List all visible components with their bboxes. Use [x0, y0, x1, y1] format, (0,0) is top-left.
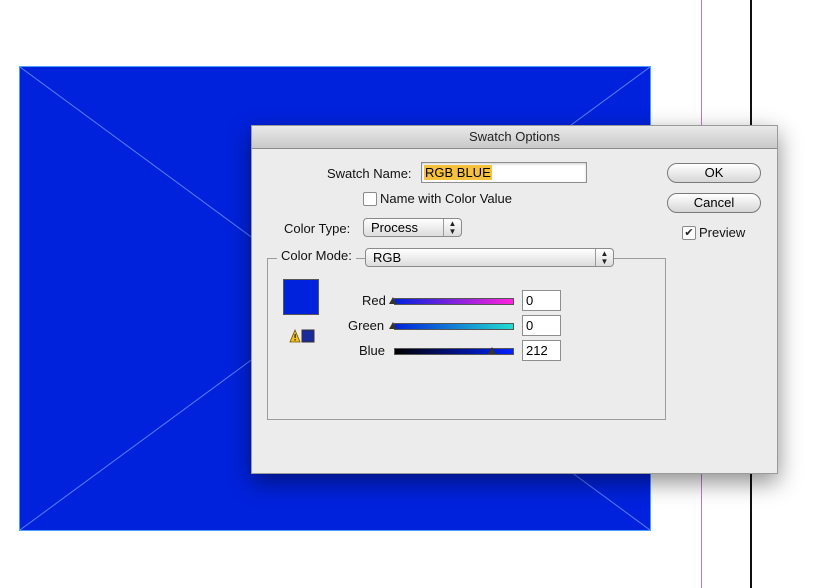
- swatch-preview: [283, 279, 319, 315]
- ok-button[interactable]: OK: [667, 163, 761, 183]
- color-type-value: Process: [371, 220, 418, 235]
- preview-label: Preview: [699, 225, 746, 240]
- blue-label: Blue: [359, 343, 386, 358]
- color-type-label: Color Type:: [284, 221, 351, 236]
- blue-slider-thumb[interactable]: [488, 347, 496, 354]
- red-label: Red: [362, 293, 386, 308]
- red-value-input[interactable]: 0: [522, 290, 561, 311]
- green-value-input[interactable]: 0: [522, 315, 561, 336]
- color-mode-select[interactable]: RGB ▲ ▼: [365, 248, 614, 267]
- dialog-title[interactable]: Swatch Options: [252, 126, 777, 149]
- up-down-arrows-icon: ▲ ▼: [443, 219, 461, 236]
- color-mode-group: [267, 258, 666, 420]
- swatch-name-label: Swatch Name:: [327, 166, 412, 181]
- name-with-color-value-checkbox[interactable]: [363, 192, 377, 206]
- red-slider-thumb[interactable]: [389, 297, 397, 304]
- warning-icon[interactable]: [289, 329, 315, 343]
- blue-value-input[interactable]: 212: [522, 340, 561, 361]
- color-mode-value: RGB: [373, 250, 402, 265]
- color-type-select[interactable]: Process ▲ ▼: [363, 218, 462, 237]
- color-mode-label: Color Mode:: [277, 248, 356, 267]
- checkmark-icon: ✔: [684, 227, 694, 239]
- green-slider-thumb[interactable]: [389, 322, 397, 329]
- cancel-button[interactable]: Cancel: [667, 193, 761, 213]
- green-label: Green: [348, 318, 385, 333]
- red-slider[interactable]: [394, 298, 514, 305]
- up-down-arrows-icon: ▲ ▼: [595, 249, 613, 266]
- swatch-options-dialog: Swatch Options Swatch Name: RGB BLUE Nam…: [251, 125, 778, 474]
- blue-slider[interactable]: [394, 348, 514, 355]
- preview-checkbox[interactable]: ✔: [682, 226, 696, 240]
- name-with-color-value-label: Name with Color Value: [380, 191, 512, 206]
- swatch-name-value: RGB BLUE: [424, 165, 492, 180]
- green-slider[interactable]: [394, 323, 514, 330]
- swatch-name-input[interactable]: RGB BLUE: [421, 162, 587, 183]
